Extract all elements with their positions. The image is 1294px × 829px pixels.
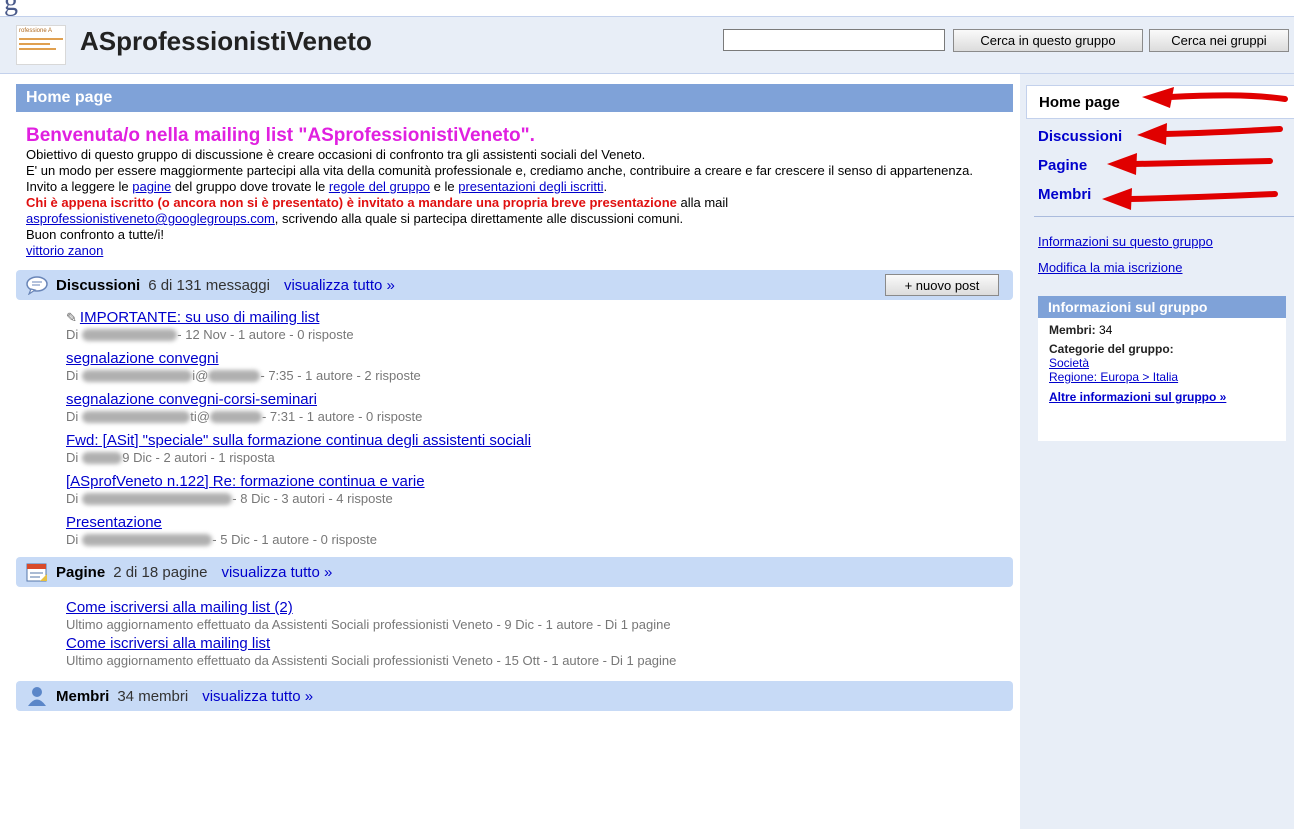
welcome-paragraph-5: asprofessionistiveneto@googlegroups.com,… xyxy=(26,211,684,226)
thread-item: [ASprofVeneto n.122] Re: formazione cont… xyxy=(66,473,1013,514)
thread-meta: Di ti@ - 7:31 - 1 autore - 0 risposte xyxy=(66,409,423,424)
search-group-button[interactable]: Cerca in questo gruppo xyxy=(953,29,1143,52)
pages-view-all-link[interactable]: visualizza tutto » xyxy=(221,564,332,581)
discussions-view-all-link[interactable]: visualizza tutto » xyxy=(284,277,395,294)
speech-bubble-icon xyxy=(24,274,50,296)
logo-text: rofessione A xyxy=(19,28,53,34)
page-title-link[interactable]: Come iscriversi alla mailing list (2) xyxy=(66,599,1013,617)
main-content: Home page Benvenuta/o nella mailing list… xyxy=(16,84,1013,711)
redacted-author xyxy=(82,493,233,505)
discussions-count: 6 di 131 messaggi xyxy=(148,276,270,294)
person-icon xyxy=(24,685,50,707)
thread-title[interactable]: [ASprofVeneto n.122] Re: formazione cont… xyxy=(66,473,1013,491)
info-box-body: Membri: 34 Categorie del gruppo: Società… xyxy=(1038,318,1286,409)
thread-item: ✎ IMPORTANTE: su uso di mailing list Di … xyxy=(66,309,1013,350)
google-logo-fragment: g xyxy=(4,0,18,16)
annotation-arrow-home xyxy=(1142,87,1288,108)
top-strip: g xyxy=(0,0,1294,16)
link-group-rules[interactable]: regole del gruppo xyxy=(329,179,430,194)
annotation-arrow-discussions xyxy=(1137,123,1283,145)
search-all-groups-button[interactable]: Cerca nei gruppi xyxy=(1149,29,1289,52)
thread-item: segnalazione convegni-corsi-seminari Di t… xyxy=(66,391,1013,432)
thread-title[interactable]: segnalazione convegni xyxy=(66,350,1013,368)
group-email-link[interactable]: asprofessionistiveneto@googlegroups.com xyxy=(26,211,275,226)
redacted-domain xyxy=(208,370,261,382)
welcome-paragraph-2: E' un modo per essere maggiormente parte… xyxy=(26,163,973,178)
group-logo[interactable]: rofessione A xyxy=(16,25,66,65)
redacted-author xyxy=(82,452,123,464)
redacted-domain xyxy=(209,411,262,423)
page-item: Come iscriversi alla mailing list Ultimo… xyxy=(66,635,1013,671)
new-post-button[interactable]: + nuovo post xyxy=(885,274,999,296)
thread-meta: Di i@ - 7:35 - 1 autore - 2 risposte xyxy=(66,368,421,383)
page-meta: Ultimo aggiornamento effettuato da Assis… xyxy=(66,617,671,632)
thread-title[interactable]: Presentazione xyxy=(66,514,1013,532)
members-title: Membri xyxy=(56,687,110,705)
members-section-bar: Membri 34 membri visualizza tutto » xyxy=(16,681,1013,711)
page-meta: Ultimo aggiornamento effettuato da Assis… xyxy=(66,653,677,668)
thread-meta: Di 9 Dic - 2 autori - 1 risposta xyxy=(66,450,275,465)
annotation-arrow-pages xyxy=(1107,153,1273,175)
signature-link[interactable]: vittorio zanon xyxy=(26,243,103,258)
welcome-paragraph-1: Obiettivo di questo gruppo di discussion… xyxy=(26,147,646,162)
thread-meta: Di - 5 Dic - 1 autore - 0 risposte xyxy=(66,532,378,547)
members-count: 34 membri xyxy=(117,687,189,705)
info-box-title: Informazioni sul gruppo xyxy=(1038,296,1286,318)
pages-calendar-icon xyxy=(24,561,50,583)
nav-pages[interactable]: Pagine xyxy=(1038,157,1087,174)
redacted-author xyxy=(82,329,178,341)
home-page-bar: Home page xyxy=(16,84,1013,112)
group-info-link[interactable]: Informazioni su questo gruppo xyxy=(1038,234,1213,249)
group-header: rofessione A ASprofessionistiVeneto Cerc… xyxy=(0,16,1294,74)
nav-discussions[interactable]: Discussioni xyxy=(1038,128,1122,145)
category-link-societa[interactable]: Società xyxy=(1049,356,1275,370)
discussions-section-bar: Discussioni 6 di 131 messaggi visualizza… xyxy=(16,270,1013,300)
thread-title[interactable]: IMPORTANTE: su uso di mailing list xyxy=(80,309,320,327)
nav-members[interactable]: Membri xyxy=(1038,186,1091,203)
new-member-notice: Chi è appena iscritto (o ancora non si è… xyxy=(26,195,677,210)
welcome-paragraph-6: Buon confronto a tutte/i! xyxy=(26,227,165,242)
pages-count: 2 di 18 pagine xyxy=(113,563,208,581)
annotation-arrow-members xyxy=(1102,188,1278,210)
pages-list: Come iscriversi alla mailing list (2) Ul… xyxy=(16,599,1013,671)
more-group-info-link[interactable]: Altre informazioni sul gruppo » xyxy=(1049,390,1275,404)
pages-section-bar: Pagine 2 di 18 pagine visualizza tutto » xyxy=(16,557,1013,587)
thread-meta: Di - 8 Dic - 3 autori - 4 risposte xyxy=(66,491,393,506)
thread-title[interactable]: Fwd: [ASit] "speciale" sulla formazione … xyxy=(66,432,1013,450)
link-member-presentations[interactable]: presentazioni degli iscritti xyxy=(458,179,603,194)
search-input[interactable] xyxy=(723,29,945,51)
categories-label: Categorie del gruppo: xyxy=(1049,342,1174,356)
edit-membership-link[interactable]: Modifica la mia iscrizione xyxy=(1038,260,1183,275)
redacted-author xyxy=(82,411,191,423)
welcome-paragraph-4: Chi è appena iscritto (o ancora non si è… xyxy=(26,195,729,210)
link-pagine[interactable]: pagine xyxy=(132,179,171,194)
members-value: 34 xyxy=(1095,323,1113,337)
welcome-title: Benvenuta/o nella mailing list "ASprofes… xyxy=(26,125,535,146)
members-view-all-link[interactable]: visualizza tutto » xyxy=(202,688,313,705)
thread-item: segnalazione convegni Di i@ - 7:35 - 1 au… xyxy=(66,350,1013,391)
discussions-title: Discussioni xyxy=(56,276,141,294)
redacted-author xyxy=(82,534,213,546)
welcome-paragraph-3: Invito a leggere le pagine del gruppo do… xyxy=(26,179,608,194)
nav-divider xyxy=(1034,216,1294,217)
category-link-region[interactable]: Regione: Europa > Italia xyxy=(1049,370,1275,384)
welcome-message: Benvenuta/o nella mailing list "ASprofes… xyxy=(16,126,1013,259)
discussion-list: ✎ IMPORTANTE: su uso di mailing list Di … xyxy=(16,309,1013,555)
thread-item: Presentazione Di - 5 Dic - 1 autore - 0 … xyxy=(66,514,1013,555)
thread-item: Fwd: [ASit] "speciale" sulla formazione … xyxy=(66,432,1013,473)
thread-meta: Di - 12 Nov - 1 autore - 0 risposte xyxy=(66,327,354,342)
page-title-link[interactable]: Come iscriversi alla mailing list xyxy=(66,635,1013,653)
thread-title[interactable]: segnalazione convegni-corsi-seminari xyxy=(66,391,1013,409)
group-info-box: Informazioni sul gruppo Membri: 34 Categ… xyxy=(1038,296,1286,441)
members-label: Membri: xyxy=(1049,323,1096,337)
pages-title: Pagine xyxy=(56,563,106,581)
group-title[interactable]: ASprofessionistiVeneto xyxy=(80,26,372,57)
pin-icon: ✎ xyxy=(66,310,77,325)
redacted-author xyxy=(82,370,193,382)
page-item: Come iscriversi alla mailing list (2) Ul… xyxy=(66,599,1013,635)
